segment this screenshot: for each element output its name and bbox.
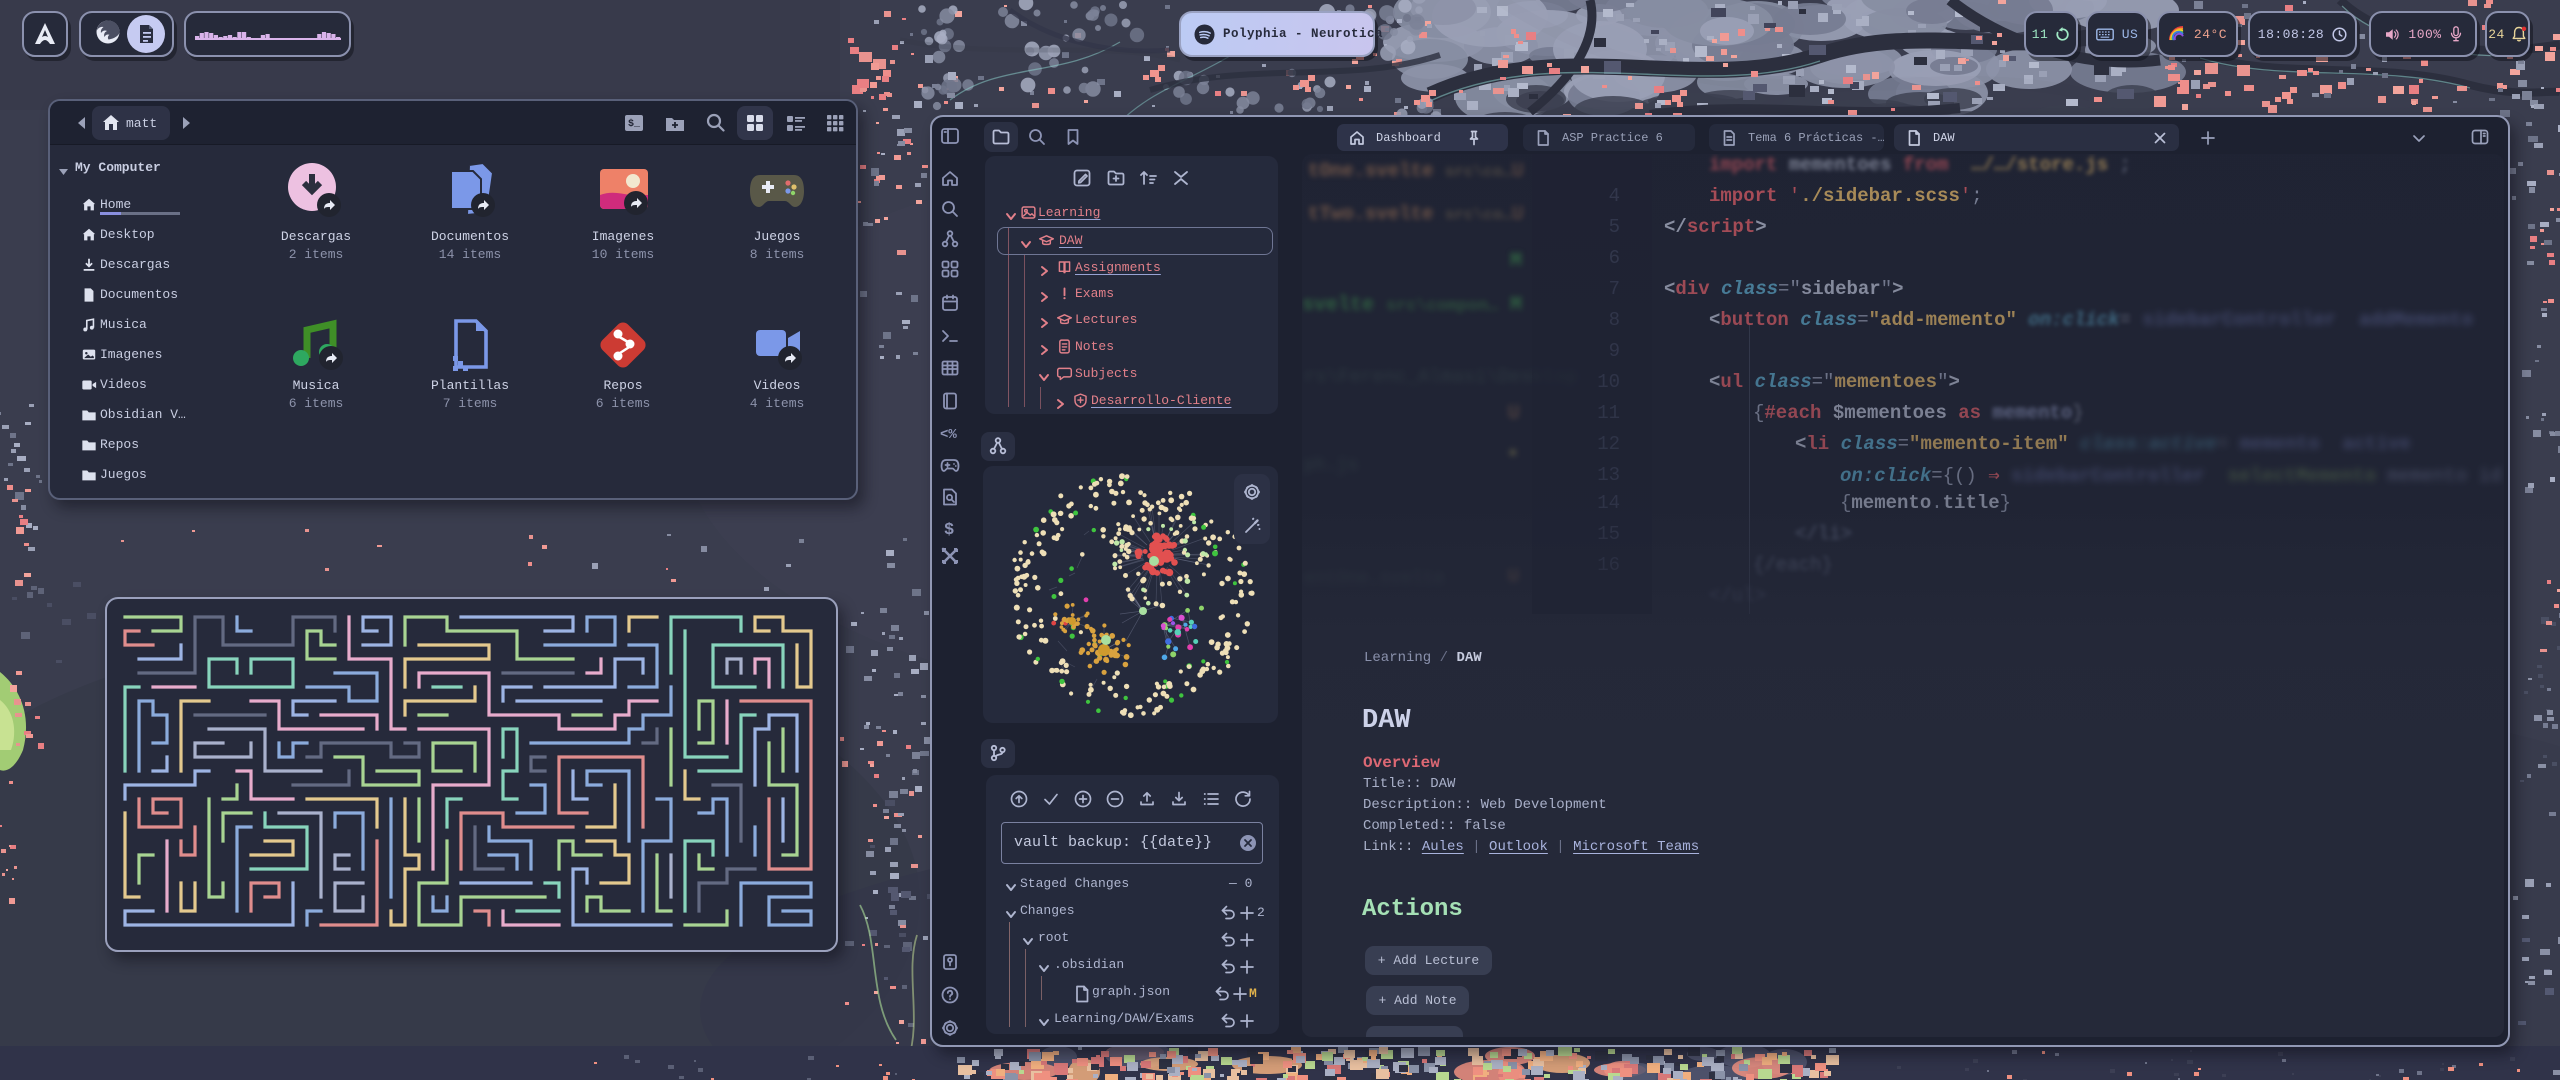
svg-text:$_: $_ bbox=[628, 118, 641, 130]
svg-text:<%: <% bbox=[940, 427, 957, 443]
svg-text:$: $ bbox=[944, 521, 954, 538]
